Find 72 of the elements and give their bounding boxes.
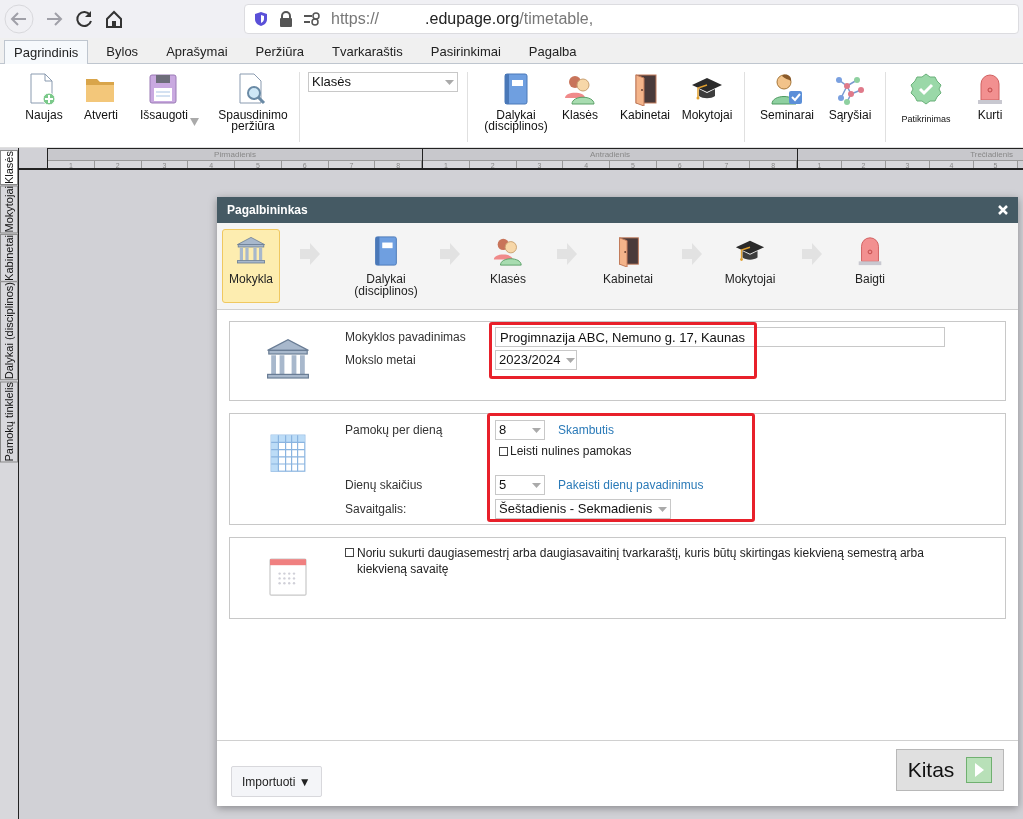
field-label: Mokyklos pavadinimas <box>345 329 467 346</box>
toolbar-button[interactable]: Kabinetai <box>616 72 674 121</box>
toolbar-button[interactable]: Spausdinimo peržiūra <box>215 72 291 132</box>
dropdown-caret-icon[interactable] <box>445 79 454 85</box>
wizard-step[interactable]: Klasės <box>468 229 548 303</box>
shield-icon <box>253 11 269 27</box>
close-icon[interactable] <box>998 205 1008 215</box>
checkbox[interactable] <box>499 446 508 456</box>
url-scheme: https:// <box>331 10 380 27</box>
day-header: Trečiadienis <box>798 149 1023 160</box>
wizard-step[interactable]: Mokytojai <box>710 229 790 303</box>
url-host: .edupage.org <box>425 10 520 27</box>
toolbar-button[interactable]: Mokytojai <box>678 72 736 121</box>
dropdown-caret-icon[interactable] <box>532 427 541 433</box>
toolbar-button[interactable]: Išsaugoti <box>136 72 192 121</box>
lock-icon <box>279 11 293 27</box>
wizard-step[interactable]: Baigti <box>830 229 910 303</box>
field-label: Dienų skaičius <box>345 477 424 494</box>
address-bar[interactable]: https:// .edupage.org/timetable, <box>244 4 1019 34</box>
person-checkmark-icon <box>770 72 804 106</box>
permissions-icon <box>303 12 321 26</box>
menu-tab[interactable]: Pagalba <box>518 40 587 64</box>
side-tab[interactable]: Mokytojai <box>0 185 18 234</box>
menu-tab[interactable]: Tvarkaraštis <box>321 40 413 64</box>
menu-tab[interactable]: Peržiūra <box>245 40 314 64</box>
checkbox[interactable] <box>345 548 354 557</box>
toolbar-button[interactable]: Kurti <box>962 72 1018 121</box>
checkbox-label: Leisti nulines pamokas <box>510 443 632 460</box>
side-tab[interactable]: Kabinetai <box>0 233 18 282</box>
weekend-select[interactable]: Šeštadienis - Sekmadienis <box>495 499 671 519</box>
import-button[interactable]: Importuoti ▼ <box>231 766 322 797</box>
toolbar-button[interactable]: Sąryšiai <box>821 72 879 121</box>
toolbar-button[interactable]: Dalykai (disciplinos) <box>478 72 554 132</box>
menu-tab[interactable]: Pagrindinis <box>4 40 89 64</box>
day-count-select[interactable]: 5 <box>495 475 545 495</box>
toolbar-button[interactable]: Klasės <box>554 72 606 121</box>
wizard-step[interactable]: Kabinetai <box>588 229 668 303</box>
home-icon[interactable] <box>104 9 124 29</box>
link[interactable]: Skambutis <box>558 421 615 439</box>
menu-tab[interactable]: Aprašymai <box>156 40 238 64</box>
toolbar-button[interactable]: Patikrinimas <box>892 72 960 125</box>
wizard-step[interactable]: Mokykla <box>222 229 280 303</box>
dropdown-caret-icon[interactable] <box>532 482 541 488</box>
field-label: Savaitgalis: <box>345 501 408 518</box>
school-name-field[interactable]: Progimnazija ABC, Nemuno g. 17, Kaunas <box>495 327 945 347</box>
reload-icon[interactable] <box>74 9 94 29</box>
caret-icon[interactable] <box>190 118 199 126</box>
url-path: /timetable, <box>519 10 594 27</box>
day-header: Antradienis <box>423 149 797 160</box>
menu-tab[interactable]: Bylos <box>96 40 149 64</box>
field-label: Mokslo metai <box>345 352 417 369</box>
side-tab[interactable]: Pamokų tinklelis <box>0 380 18 463</box>
day-header: Pirmadienis <box>48 149 422 160</box>
toolbar-button[interactable]: Naujas <box>18 72 70 121</box>
field-label: Pamokų per dieną <box>345 422 444 439</box>
wizard-step[interactable]: Dalykai (disciplinos) <box>341 229 431 303</box>
lessons-select[interactable]: 8 <box>495 420 545 440</box>
view-select[interactable]: Klasės <box>308 72 458 92</box>
side-tab[interactable]: Klasės <box>0 150 18 186</box>
side-tab[interactable]: Dalykai (disciplinos) <box>0 281 18 381</box>
menu-tab[interactable]: Pasirinkimai <box>420 40 511 64</box>
dropdown-caret-icon[interactable] <box>566 357 576 363</box>
dropdown-caret-icon[interactable] <box>658 506 668 512</box>
next-button[interactable]: Kitas <box>896 748 1004 791</box>
toolbar-button[interactable]: Seminarai <box>755 72 819 121</box>
building-columns-icon <box>235 235 267 267</box>
school-year-select[interactable]: 2023/2024 <box>495 350 577 370</box>
checkbox-label: Noriu sukurti daugiasemestrį arba daugiasavaitinį tvarkaraštį, kuris būtų skirtingas kiekvieną semestrą arba kiekvieną savaitę <box>357 545 925 577</box>
dialog-title: Pagalbininkas <box>227 202 308 219</box>
toolbar-button[interactable]: Atverti <box>76 72 126 121</box>
checkmark-badge-icon <box>909 72 943 106</box>
link[interactable]: Pakeisti dienų pavadinimus <box>558 476 704 494</box>
